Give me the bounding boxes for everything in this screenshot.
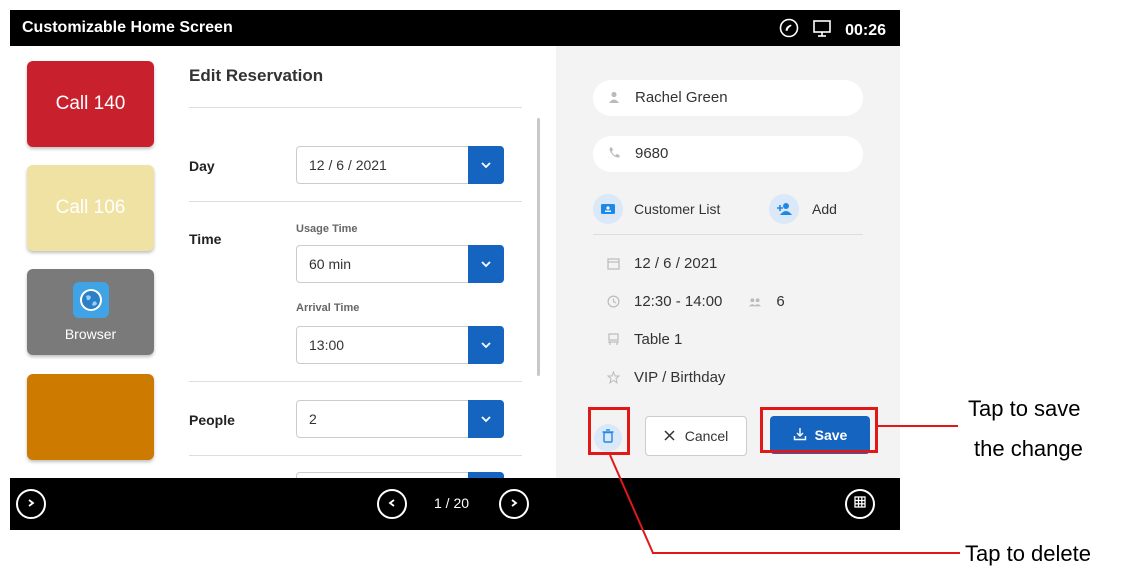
tile-call-106[interactable]: Call 106 <box>27 165 154 251</box>
save-callout-line <box>878 425 958 427</box>
next-page-button[interactable] <box>499 489 529 519</box>
name-field[interactable]: Rachel Green <box>593 80 863 116</box>
screen-title: Customizable Home Screen <box>22 19 233 36</box>
bottom-nav-bar: 1 / 20 <box>10 478 900 530</box>
grid-menu-button[interactable] <box>845 489 875 519</box>
divider <box>593 234 863 235</box>
divider <box>189 107 522 108</box>
people-label: People <box>189 412 235 428</box>
chevron-right-icon <box>26 495 36 513</box>
tile-browser[interactable]: Browser <box>27 269 154 355</box>
scrollbar[interactable] <box>537 118 540 376</box>
time-label: Time <box>189 231 222 247</box>
desktop-icon <box>811 18 833 43</box>
chevron-down-icon[interactable] <box>468 245 504 283</box>
chevron-down-icon[interactable] <box>468 400 504 438</box>
date-row: 12 / 6 / 2021 <box>606 255 717 272</box>
expand-arrow-button[interactable] <box>16 489 46 519</box>
people-icon <box>748 295 762 309</box>
delete-annotation: Tap to delete <box>965 541 1091 566</box>
usage-time-select[interactable]: 60 min <box>296 245 504 283</box>
delete-callout-line <box>609 455 654 554</box>
person-icon <box>607 90 621 109</box>
page-indicator: 1 / 20 <box>434 495 470 511</box>
chevron-down-icon[interactable] <box>468 326 504 364</box>
time-row: 12:30 - 14:00 6 <box>606 293 785 310</box>
tile-browser-label: Browser <box>64 326 117 342</box>
customer-list-link[interactable]: Customer List <box>634 201 720 217</box>
guest-count: 6 <box>776 293 785 310</box>
globe-icon <box>72 282 109 318</box>
save-highlight-box <box>760 407 878 453</box>
note-row: VIP / Birthday <box>606 369 725 386</box>
save-annotation-line1: Tap to save <box>968 396 1081 421</box>
chevron-down-icon[interactable] <box>468 146 504 184</box>
day-select[interactable]: 12 / 6 / 2021 <box>296 146 504 184</box>
grid-icon <box>854 495 866 513</box>
phone-field[interactable]: 9680 <box>593 136 863 172</box>
add-person-icon[interactable] <box>769 194 799 224</box>
divider <box>189 201 522 202</box>
clock-icon <box>606 295 620 309</box>
chevron-left-icon <box>387 495 397 513</box>
form-heading: Edit Reservation <box>189 66 324 85</box>
contact-list-icon[interactable] <box>593 194 623 224</box>
tile-orange[interactable] <box>27 374 154 460</box>
arrival-time-select[interactable]: 13:00 <box>296 326 504 364</box>
chevron-right-icon <box>509 495 519 513</box>
prev-page-button[interactable] <box>377 489 407 519</box>
seat-icon <box>606 333 620 347</box>
delete-callout-line-horizontal <box>652 552 960 554</box>
phone-icon <box>607 146 621 165</box>
add-link[interactable]: Add <box>812 201 837 217</box>
edit-reservation-form: Edit Reservation Day 12 / 6 / 2021 Time … <box>168 46 556 478</box>
status-bar: Customizable Home Screen 00:26 <box>10 10 900 46</box>
arrival-time-label: Arrival Time <box>296 302 360 314</box>
phone-call-icon <box>779 18 799 43</box>
divider <box>189 455 522 456</box>
cancel-button[interactable]: Cancel <box>645 416 747 456</box>
divider <box>189 381 522 382</box>
save-annotation-line2: the change <box>974 436 1083 461</box>
shortcut-tiles: Call 140 Call 106 Browser <box>10 46 168 478</box>
close-icon <box>664 428 675 444</box>
people-select[interactable]: 2 <box>296 400 504 438</box>
day-label: Day <box>189 158 215 174</box>
usage-time-label: Usage Time <box>296 223 358 235</box>
clock-time: 00:26 <box>845 21 886 39</box>
star-icon <box>606 371 620 385</box>
tile-call-140[interactable]: Call 140 <box>27 61 154 147</box>
table-row: Table 1 <box>606 331 682 348</box>
calendar-icon <box>606 257 620 271</box>
delete-highlight-box <box>588 407 630 455</box>
